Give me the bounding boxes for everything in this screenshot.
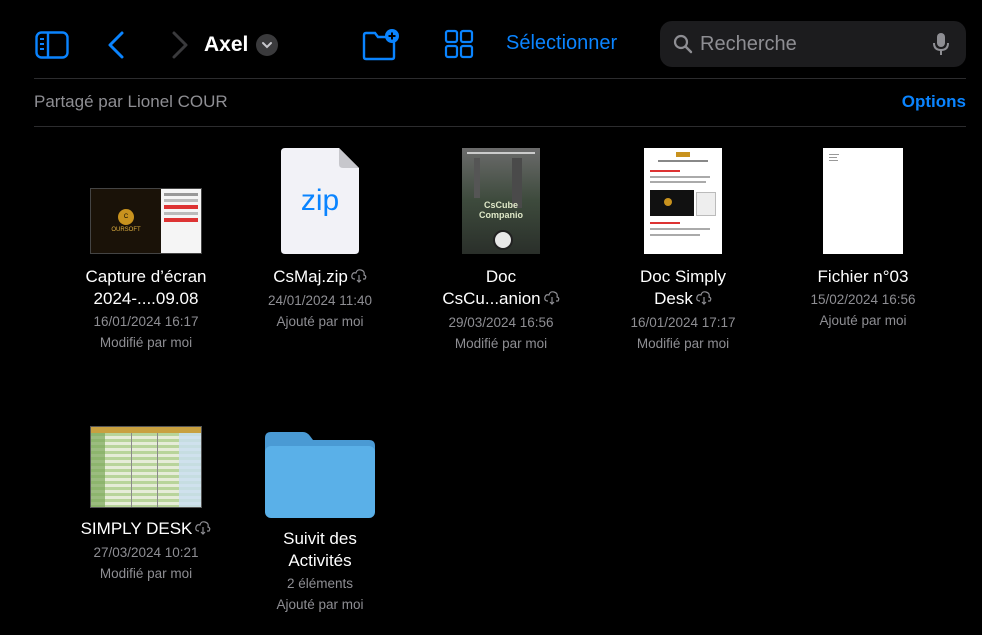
file-name-line2: Desk bbox=[598, 288, 768, 311]
file-added-by: Ajouté par moi bbox=[819, 313, 907, 328]
file-name: SIMPLY DESK bbox=[61, 518, 231, 541]
file-date: 15/02/2024 16:56 bbox=[810, 292, 916, 307]
file-item[interactable]: zip CsMaj.zip 24/01/2024 11:40 Ajouté pa… bbox=[235, 144, 405, 344]
blank-document-thumbnail bbox=[823, 148, 903, 254]
sidebar-toggle-icon[interactable] bbox=[34, 30, 70, 60]
header-divider bbox=[34, 126, 966, 127]
file-name-line2: 2024-....09.08 bbox=[93, 289, 199, 308]
file-date: 16/01/2024 17:17 bbox=[630, 314, 736, 330]
document-thumbnail bbox=[644, 148, 722, 254]
chevron-down-icon bbox=[256, 34, 279, 56]
file-name: Capture d’écran bbox=[85, 267, 207, 286]
file-item[interactable]: C OURSOFT Capture d’écran 2024-....09.08… bbox=[61, 144, 231, 364]
file-name: Fichier n°03 bbox=[817, 267, 909, 286]
file-item[interactable]: CsCube Companio Doc CsCu...anion 29/03/2… bbox=[416, 144, 586, 364]
file-name-line2: CsCu...anion bbox=[416, 288, 586, 311]
folder-name: Suivit des bbox=[283, 529, 357, 548]
back-chevron-icon[interactable] bbox=[104, 28, 128, 62]
folder-title-text: Axel bbox=[204, 33, 249, 56]
files-window: Axel Sélectionner Recherche Partagé par … bbox=[8, 8, 974, 627]
options-button[interactable]: Options bbox=[902, 92, 966, 112]
file-modified-by: Modifié par moi bbox=[99, 335, 193, 350]
file-name-text: Desk bbox=[654, 289, 693, 308]
cover-title: CsCube Companio bbox=[479, 200, 523, 220]
file-name: CsMaj.zip bbox=[235, 266, 405, 289]
file-modified-by: Modifié par moi bbox=[636, 335, 730, 351]
grid-view-icon[interactable] bbox=[442, 27, 476, 61]
file-date: 16/01/2024 16:17 bbox=[93, 314, 199, 329]
select-button[interactable]: Sélectionner bbox=[506, 32, 617, 55]
file-name-text: CsCu...anion bbox=[442, 289, 541, 308]
forward-chevron-icon[interactable] bbox=[168, 28, 192, 62]
zip-file-icon: zip bbox=[281, 148, 359, 254]
file-date: 29/03/2024 16:56 bbox=[448, 314, 554, 330]
folder-icon bbox=[265, 432, 375, 518]
file-added-by: Ajouté par moi bbox=[276, 313, 364, 329]
cloud-download-icon[interactable] bbox=[195, 519, 211, 541]
file-modified-by: Modifié par moi bbox=[99, 565, 193, 581]
search-field[interactable]: Recherche bbox=[660, 21, 966, 67]
file-date: 24/01/2024 11:40 bbox=[267, 292, 373, 308]
file-name-text: CsMaj.zip bbox=[273, 267, 348, 286]
toolbar-divider bbox=[34, 78, 966, 79]
search-icon bbox=[672, 33, 694, 55]
folder-added-by: Ajouté par moi bbox=[276, 597, 364, 612]
folder-count: 2 éléments bbox=[286, 576, 354, 591]
file-item[interactable]: Doc Simply Desk 16/01/2024 17:17 Modifié… bbox=[598, 144, 768, 364]
file-item[interactable]: Fichier n°03 15/02/2024 16:56 Ajouté par… bbox=[778, 144, 948, 344]
folder-name-line2: Activités bbox=[288, 551, 352, 570]
file-modified-by: Modifié par moi bbox=[454, 335, 548, 351]
file-name-text: SIMPLY DESK bbox=[80, 519, 193, 538]
folder-title[interactable]: Axel bbox=[204, 33, 279, 57]
thumb-logo-text: OURSOFT bbox=[111, 227, 141, 233]
document-thumbnail: CsCube Companio bbox=[462, 148, 540, 254]
microphone-icon[interactable] bbox=[930, 31, 952, 57]
toolbar: Axel Sélectionner Recherche bbox=[8, 8, 974, 78]
file-name: Doc bbox=[485, 267, 517, 286]
file-date: 27/03/2024 10:21 bbox=[93, 544, 199, 560]
file-item[interactable]: SIMPLY DESK 27/03/2024 10:21 Modifié par… bbox=[61, 426, 231, 626]
cloud-download-icon[interactable] bbox=[351, 267, 367, 289]
cloud-download-icon[interactable] bbox=[696, 289, 712, 311]
spreadsheet-thumbnail bbox=[90, 426, 202, 508]
zip-label: zip bbox=[300, 184, 340, 217]
shared-by-label: Partagé par Lionel COUR bbox=[34, 92, 228, 111]
new-folder-icon[interactable] bbox=[360, 26, 402, 62]
file-name: Doc Simply bbox=[640, 267, 726, 286]
screenshot-thumbnail: C OURSOFT bbox=[90, 188, 202, 254]
search-input[interactable]: Recherche bbox=[700, 33, 930, 56]
cloud-download-icon[interactable] bbox=[543, 289, 560, 311]
folder-item[interactable]: Suivit des Activités 2 éléments Ajouté p… bbox=[235, 426, 405, 626]
